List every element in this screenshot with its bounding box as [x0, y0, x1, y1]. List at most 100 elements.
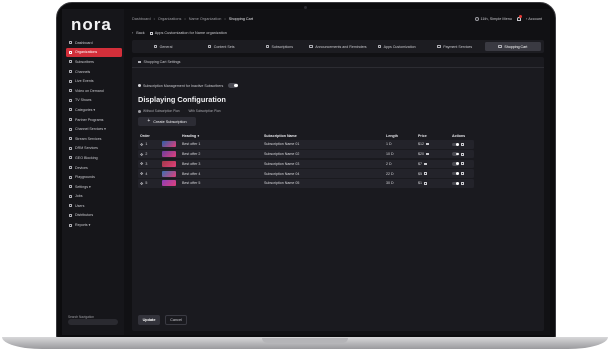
table-row[interactable]: ✥ 2 Best offer 2 Subscription Name 02 10 D $2…	[138, 149, 474, 159]
breadcrumb-item[interactable]: Organizations	[158, 17, 181, 21]
tab[interactable]: Announcements and Reminders	[309, 42, 367, 51]
sidebar-item[interactable]: Distributors	[66, 211, 122, 221]
row-length: 2 D	[386, 161, 392, 166]
breadcrumb-item[interactable]: Dashboard	[132, 17, 151, 21]
radio-without-plan[interactable]	[138, 109, 141, 113]
sidebar-item-label: Stream Services	[75, 136, 102, 141]
sidebar-item[interactable]: Partner Programs	[66, 115, 122, 125]
breadcrumb-item[interactable]: Name Organization	[189, 17, 222, 21]
row-active-toggle[interactable]	[452, 181, 459, 186]
table-row[interactable]: ✥ 1 Best offer 1 Subscription Name 01 1 D $12	[138, 140, 474, 149]
row-thumbnail	[162, 141, 176, 148]
row-actions	[452, 181, 474, 186]
row-order: ✥ 2	[138, 152, 162, 157]
sidebar-item[interactable]: Settings ▾	[66, 182, 122, 192]
sidebar-item[interactable]: TV Shows	[66, 96, 122, 106]
row-active-toggle[interactable]	[452, 152, 459, 156]
sidebar-item[interactable]: Stream Services	[66, 134, 122, 144]
sidebar-item-label: Live Events	[75, 79, 94, 84]
sidebar-item[interactable]: GEO Blocking	[66, 153, 122, 163]
row-actions	[452, 162, 474, 166]
edit-icon[interactable]	[461, 181, 464, 185]
drag-handle-icon[interactable]: ✥	[140, 142, 143, 147]
sidebar-item[interactable]: Playgrounds	[66, 172, 122, 182]
sidebar-item[interactable]: Channels	[66, 67, 122, 77]
create-subscription-button[interactable]: + Create Subscription	[138, 117, 196, 126]
row-price-value: $5	[418, 171, 422, 176]
row-thumbnail	[162, 160, 176, 167]
drag-handle-icon[interactable]: ✥	[140, 161, 143, 166]
table-row[interactable]: ✥ 5 Best offer 5 Subscription Name 05 30 D $1	[138, 179, 474, 188]
panel-header-title: Shopping Cart Settings	[143, 60, 181, 64]
sidebar-nav: Dashboard Organizations Subscribers Channel…	[66, 38, 122, 230]
sidebar-item[interactable]: Reports ▾	[66, 220, 122, 230]
row-length: 30 D	[386, 181, 394, 186]
row-active-toggle[interactable]	[452, 142, 459, 147]
drag-handle-icon[interactable]: ✥	[140, 171, 143, 176]
sidebar-item[interactable]: Subscribers	[66, 57, 122, 67]
sidebar-item[interactable]: Devices	[66, 163, 122, 173]
back-chevron-icon[interactable]: ‹	[132, 31, 133, 35]
sidebar-item[interactable]: Jobs	[66, 192, 122, 202]
edit-icon[interactable]	[461, 172, 464, 176]
edit-icon[interactable]	[461, 142, 464, 146]
settings-panel: Shopping Cart Settings Subscription Mana…	[132, 57, 544, 331]
row-price: $20	[418, 152, 452, 156]
sidebar-item-label: GEO Blocking	[75, 155, 98, 160]
row-order-value: 5	[145, 181, 148, 186]
sidebar-item-icon	[69, 70, 72, 74]
radio-without-plan-label[interactable]: Without Subscription Plan	[143, 109, 180, 113]
inactive-subscribers-toggle-row: Subscription Management for Inactive Sub…	[138, 83, 239, 88]
tab[interactable]: Subscriptions	[251, 42, 307, 51]
sidebar-item[interactable]: Organizations	[66, 47, 122, 58]
tab[interactable]: Shopping Cart	[484, 42, 541, 51]
tab[interactable]: General	[135, 42, 191, 51]
row-heading: Best offer 1	[182, 142, 201, 147]
sidebar-item-label: Playgrounds	[75, 175, 95, 180]
inactive-subscribers-toggle[interactable]	[228, 83, 239, 88]
cart-icon	[138, 60, 141, 64]
brand-logo[interactable]: nora	[71, 15, 112, 35]
table-row[interactable]: ✥ 3 Best offer 3 Subscription Name 03 2 D $7	[138, 159, 474, 169]
sidebar-item[interactable]: Live Events	[66, 76, 122, 86]
edit-icon[interactable]	[461, 162, 464, 166]
laptop-frame: nora Dashboard Organizations Subscribers Ch…	[0, 0, 610, 356]
sidebar: nora Dashboard Organizations Subscribers Ch…	[62, 9, 124, 335]
sidebar-item[interactable]: DRM Services	[66, 144, 122, 154]
row-price: $1	[418, 181, 452, 185]
notification-bell-icon[interactable]	[516, 15, 523, 21]
sidebar-item[interactable]: Dashboard	[66, 38, 122, 48]
row-active-toggle[interactable]	[452, 162, 459, 166]
table-row[interactable]: ✥ 4 Best offer 4 Subscription Name 04 22 D $5	[138, 169, 474, 178]
sidebar-item[interactable]: Users	[66, 201, 122, 211]
sidebar-item[interactable]: Channel Services ▾	[66, 124, 122, 134]
back-link[interactable]: Back	[136, 31, 144, 35]
sidebar-item[interactable]: Categories ▾	[66, 105, 122, 115]
plus-icon: +	[147, 118, 151, 124]
update-button[interactable]: Update	[138, 315, 160, 325]
tab[interactable]: Payment Services	[427, 42, 483, 51]
row-price: $7	[418, 162, 452, 166]
sidebar-item-icon	[69, 223, 72, 227]
account-menu[interactable]: Account	[528, 17, 542, 21]
sidebar-search-input[interactable]	[68, 319, 118, 325]
tab[interactable]: Content Sets	[193, 42, 249, 51]
drag-handle-icon[interactable]: ✥	[140, 152, 143, 157]
info-icon	[138, 84, 141, 87]
edit-icon[interactable]	[461, 152, 464, 156]
sidebar-item[interactable]: Video on Demand	[66, 86, 122, 96]
row-actions	[452, 171, 474, 176]
sidebar-item-icon	[69, 175, 72, 179]
tab[interactable]: Apps Customization	[369, 42, 425, 51]
sidebar-item-icon	[69, 166, 72, 170]
radio-with-plan-label[interactable]: With Subscription Plan	[189, 109, 221, 113]
cancel-button[interactable]: Cancel	[165, 315, 187, 325]
sidebar-item-label: Reports ▾	[75, 223, 91, 228]
drag-handle-icon[interactable]: ✥	[140, 181, 143, 186]
sidebar-item-icon	[69, 194, 72, 198]
row-thumbnail	[162, 170, 176, 177]
col-name: Subscription Name	[264, 133, 297, 138]
sidebar-item-icon	[69, 146, 72, 150]
tab-label: Apps Customization	[383, 44, 416, 49]
row-active-toggle[interactable]	[452, 171, 459, 176]
